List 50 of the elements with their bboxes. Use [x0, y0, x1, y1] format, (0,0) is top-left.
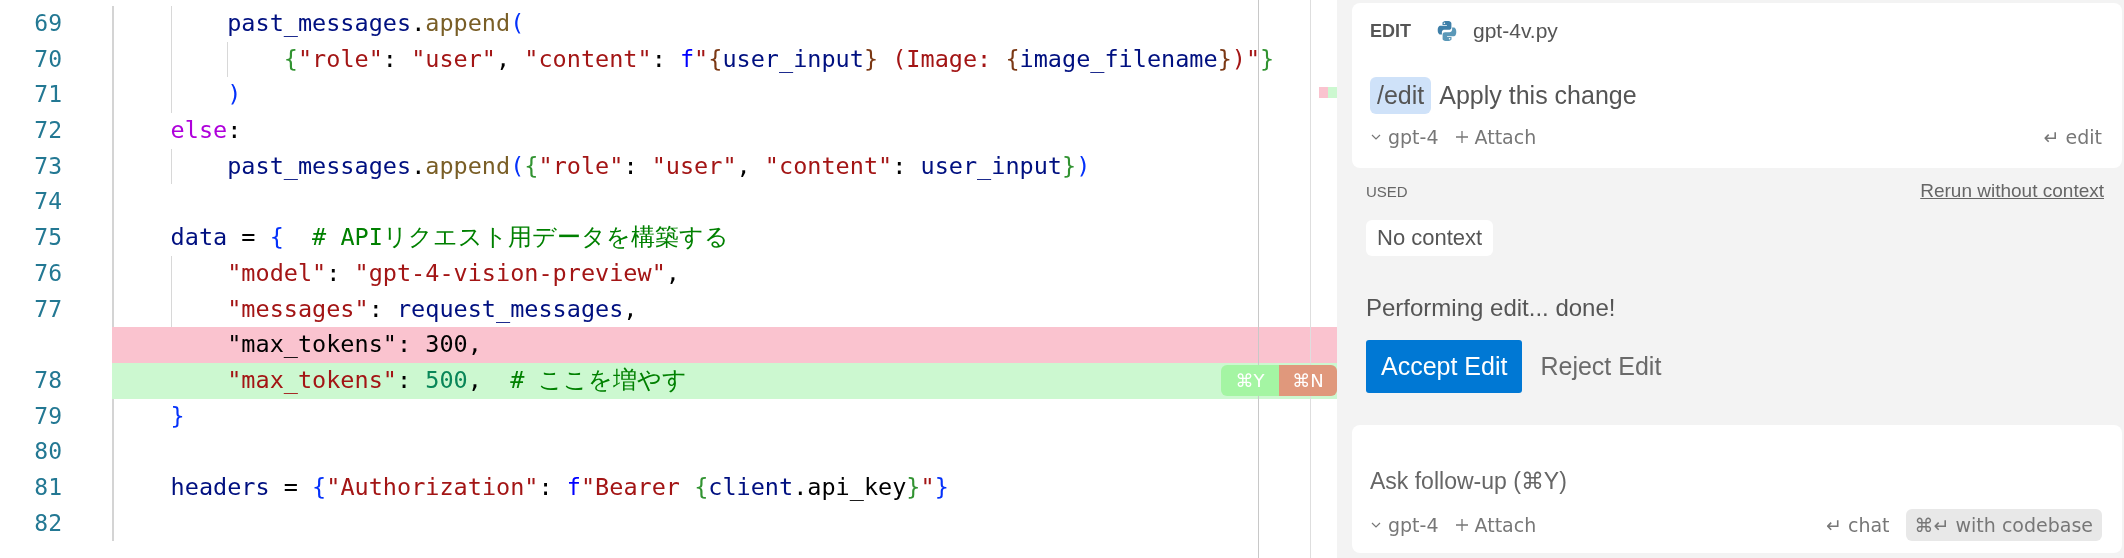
line-number: 77	[33, 294, 62, 324]
code-line: {"role": "user", "content": f"{user_input} (Image: {image_filename})"}	[282, 43, 1275, 75]
accept-edit-button[interactable]: Accept Edit	[1366, 340, 1523, 393]
line-number: 76	[33, 258, 62, 288]
line-number: 80	[33, 437, 62, 467]
codebase-button[interactable]: ⌘↵ with codebase	[1905, 509, 2102, 541]
line-number: 82	[33, 508, 62, 538]
line-number: 79	[33, 401, 62, 431]
follow-up-field[interactable]: Ask follow-up (⌘Y)	[1370, 468, 2102, 495]
plus-icon	[1454, 130, 1469, 144]
line-number: 75	[33, 223, 62, 253]
plus-icon	[1454, 518, 1469, 532]
prompt-text: Apply this change	[1439, 81, 1637, 110]
attach-button[interactable]: Attach	[1454, 514, 1537, 536]
line-number: 73	[33, 151, 62, 181]
change-marker	[1328, 87, 1337, 98]
code-line: else:	[169, 115, 242, 147]
model-dropdown[interactable]: gpt-4	[1370, 126, 1439, 148]
line-number: 78	[33, 365, 62, 395]
reject-edit-button[interactable]: Reject Edit	[1540, 352, 1662, 381]
line-number: 72	[33, 116, 62, 146]
code-line: "model": "gpt-4-vision-preview",	[226, 257, 680, 289]
python-file-icon	[1435, 19, 1459, 43]
mode-label: EDIT	[1370, 20, 1411, 42]
reject-hunk-button[interactable]: ⌘N	[1279, 365, 1337, 397]
section-label: USED	[1366, 182, 1408, 200]
line-number: 74	[33, 187, 62, 217]
model-dropdown[interactable]: gpt-4	[1370, 514, 1439, 536]
code-line: past_messages.append(	[226, 8, 525, 39]
submit-edit-button[interactable]: ↵ edit	[2043, 126, 2102, 148]
status-message: Performing edit... done!	[1365, 293, 1617, 322]
code-line: "messages": request_messages,	[226, 293, 638, 325]
code-line: data = { # APIリクエスト用データを構築する	[169, 222, 729, 254]
code-line: }	[169, 400, 185, 432]
code-line: headers = {"Authorization": f"Bearer {client.api_key}"}	[169, 471, 949, 503]
line-number: 81	[33, 472, 62, 502]
line-number: 69	[33, 9, 62, 38]
context-tag: No context	[1366, 220, 1494, 256]
code-line: past_messages.append({"role": "user", "content": user_input})	[226, 150, 1091, 182]
line-number: 71	[33, 80, 62, 110]
change-marker	[1319, 87, 1328, 98]
code-line: "max_tokens": 300,	[226, 329, 482, 361]
attach-button[interactable]: Attach	[1454, 126, 1537, 148]
file-name: gpt-4v.py	[1473, 19, 1558, 43]
code-line: "max_tokens": 500, # ここを増やす	[226, 364, 688, 396]
line-number: 70	[33, 44, 62, 74]
code-line: )	[226, 79, 242, 111]
command-tag: /edit	[1370, 77, 1432, 114]
chat-button[interactable]: ↵ chat	[1826, 514, 1890, 536]
rerun-link[interactable]: Rerun without context	[1920, 180, 2104, 202]
